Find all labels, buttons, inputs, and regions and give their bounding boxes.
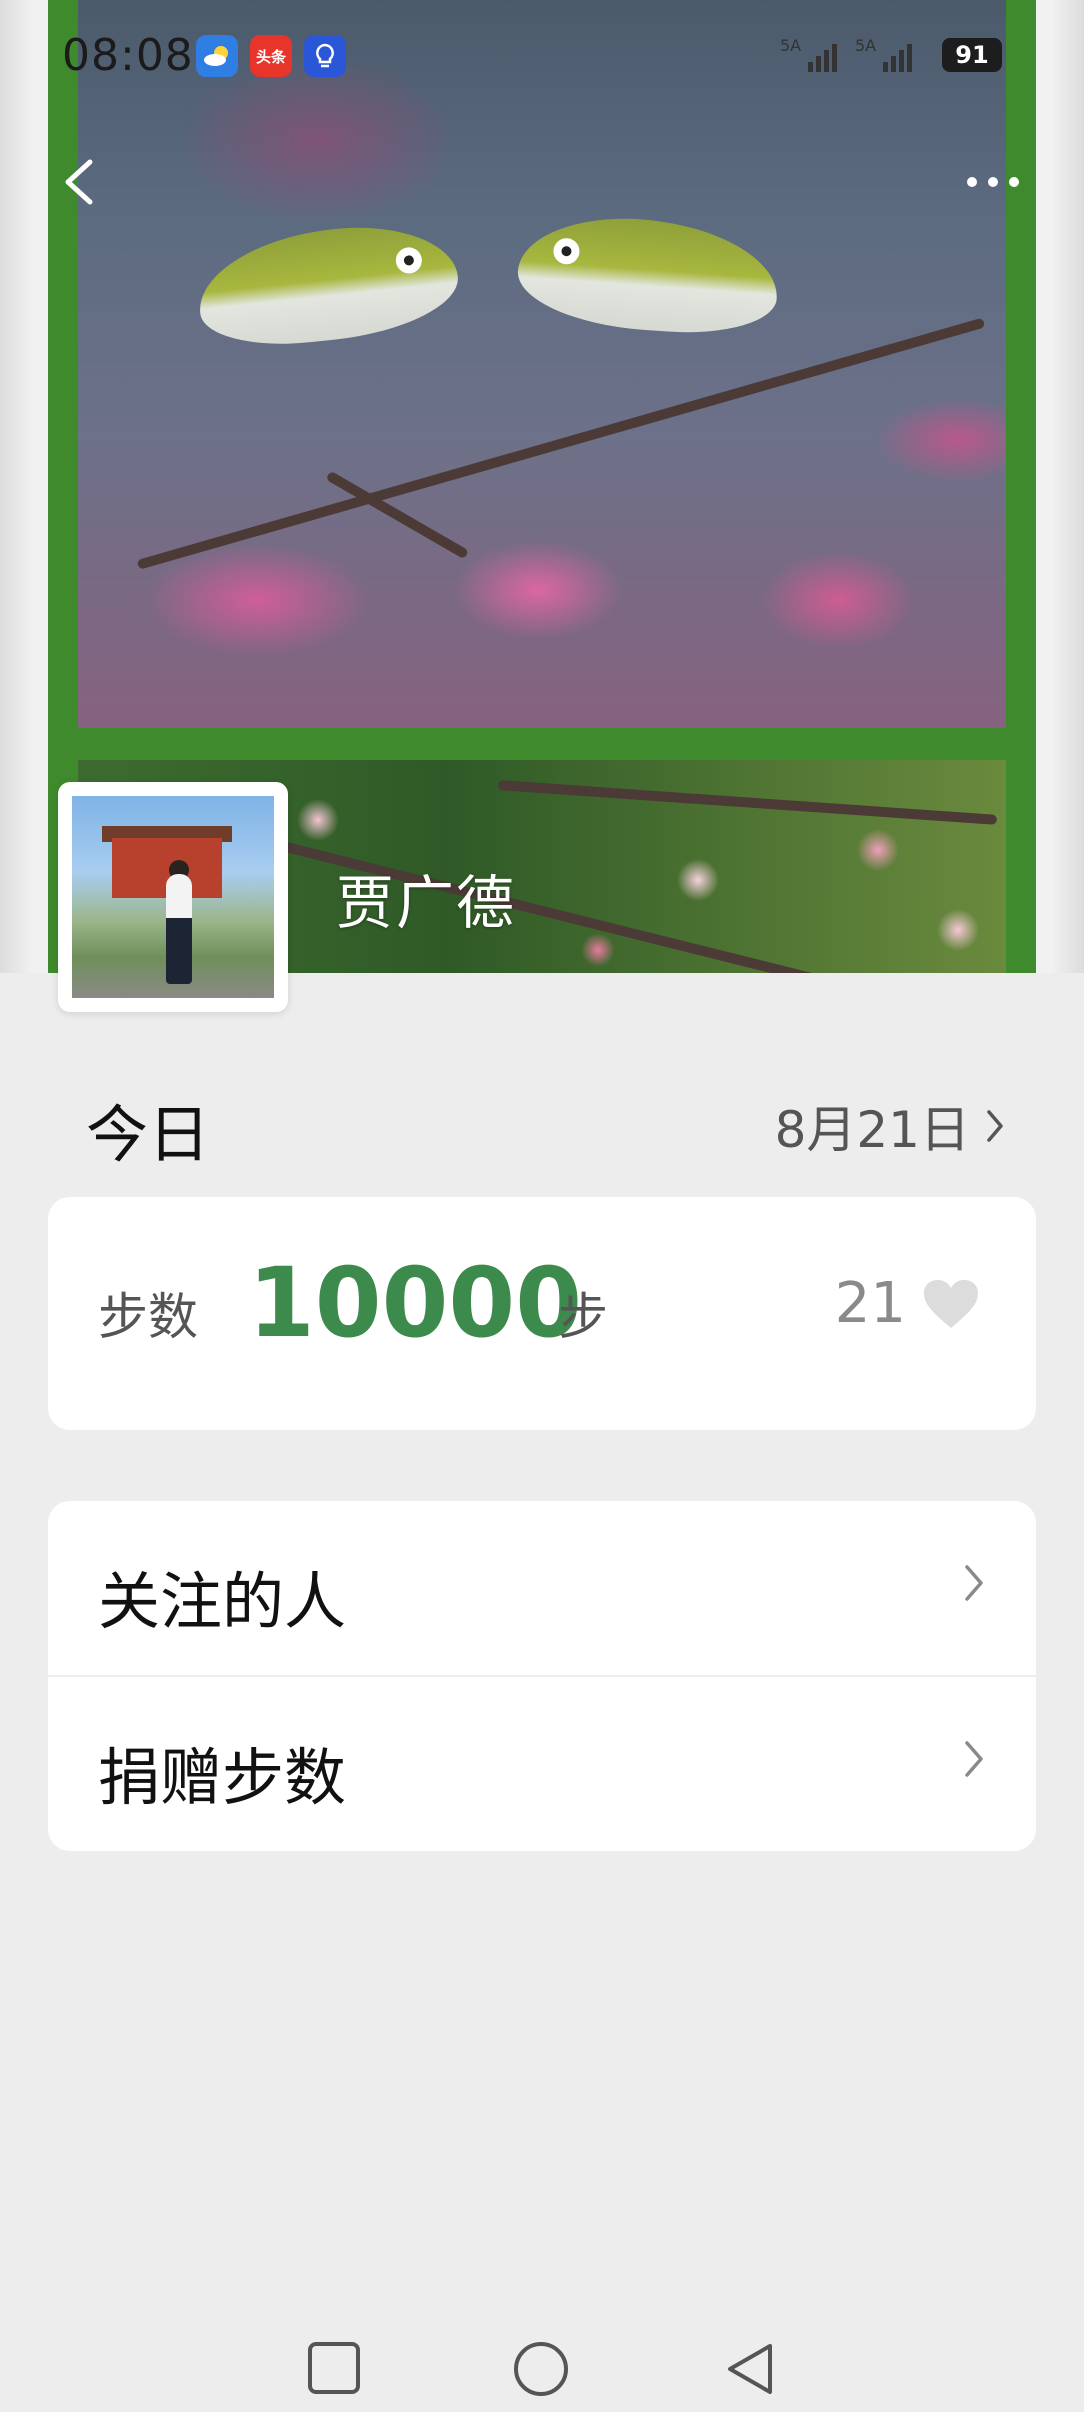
heart-icon xyxy=(924,1279,978,1328)
circle-icon xyxy=(514,2342,568,2396)
home-button[interactable] xyxy=(512,2340,570,2402)
menu-card: 关注的人 捐赠步数 xyxy=(48,1501,1036,1851)
menu-item-following[interactable]: 关注的人 xyxy=(48,1501,1036,1675)
steps-value: 10000 xyxy=(248,1247,582,1359)
today-title: 今日 xyxy=(86,1098,211,1171)
weather-icon xyxy=(196,35,238,77)
chevron-right-icon xyxy=(965,1565,983,1601)
signal-bars xyxy=(808,44,837,72)
bird-eye xyxy=(552,237,581,266)
like-button[interactable]: 21 xyxy=(835,1271,980,1336)
menu-item-donate-steps[interactable]: 捐赠步数 xyxy=(48,1677,1036,1851)
bird xyxy=(192,216,464,354)
bird xyxy=(514,211,782,339)
recents-button[interactable] xyxy=(306,2340,362,2400)
date-label: 8月21日 xyxy=(774,1101,970,1159)
sim1-label: 5A xyxy=(780,36,802,55)
chevron-left-icon xyxy=(65,159,93,205)
more-icon xyxy=(967,177,1019,187)
avatar-photo-person xyxy=(166,874,192,984)
battery-icon: 91 xyxy=(942,38,1002,72)
triangle-back-icon xyxy=(728,2344,772,2394)
bird-eye xyxy=(394,246,424,275)
status-time: 08:08 xyxy=(62,30,194,81)
chevron-right-icon xyxy=(965,1741,983,1777)
signal-icon: 5A xyxy=(780,36,837,74)
avatar-photo xyxy=(72,796,274,998)
chevron-right-icon xyxy=(987,1110,1003,1142)
signal-bars xyxy=(883,44,912,72)
more-button[interactable] xyxy=(958,162,1028,202)
steps-card[interactable]: 步数 10000 步 21 xyxy=(48,1197,1036,1430)
menu-item-label: 关注的人 xyxy=(98,1565,347,1638)
system-navigation-bar xyxy=(0,2320,1084,2412)
date-selector[interactable]: 8月21日 xyxy=(775,1090,1006,1162)
avatar[interactable] xyxy=(58,782,288,1012)
back-nav-button[interactable] xyxy=(722,2340,778,2402)
toutiao-icon: 头条 xyxy=(250,35,292,77)
likes-count: 21 xyxy=(834,1271,906,1336)
square-icon xyxy=(308,2342,360,2394)
signal-icon: 5A xyxy=(855,36,912,74)
battery-level: 91 xyxy=(955,41,989,69)
today-header: 今日 8月21日 xyxy=(0,1070,1084,1171)
steps-unit: 步 xyxy=(558,1288,608,1346)
status-bar: 08:08 头条 5A 5A 91 xyxy=(0,0,1084,110)
branch xyxy=(497,780,998,825)
steps-label: 步数 xyxy=(98,1288,198,1346)
profile-name: 贾广德 xyxy=(336,869,517,937)
branch xyxy=(136,317,986,570)
menu-item-label: 捐赠步数 xyxy=(98,1741,347,1814)
branch xyxy=(325,470,470,560)
sim2-label: 5A xyxy=(855,36,877,55)
bulb-icon xyxy=(304,35,346,77)
back-button[interactable] xyxy=(56,150,104,214)
